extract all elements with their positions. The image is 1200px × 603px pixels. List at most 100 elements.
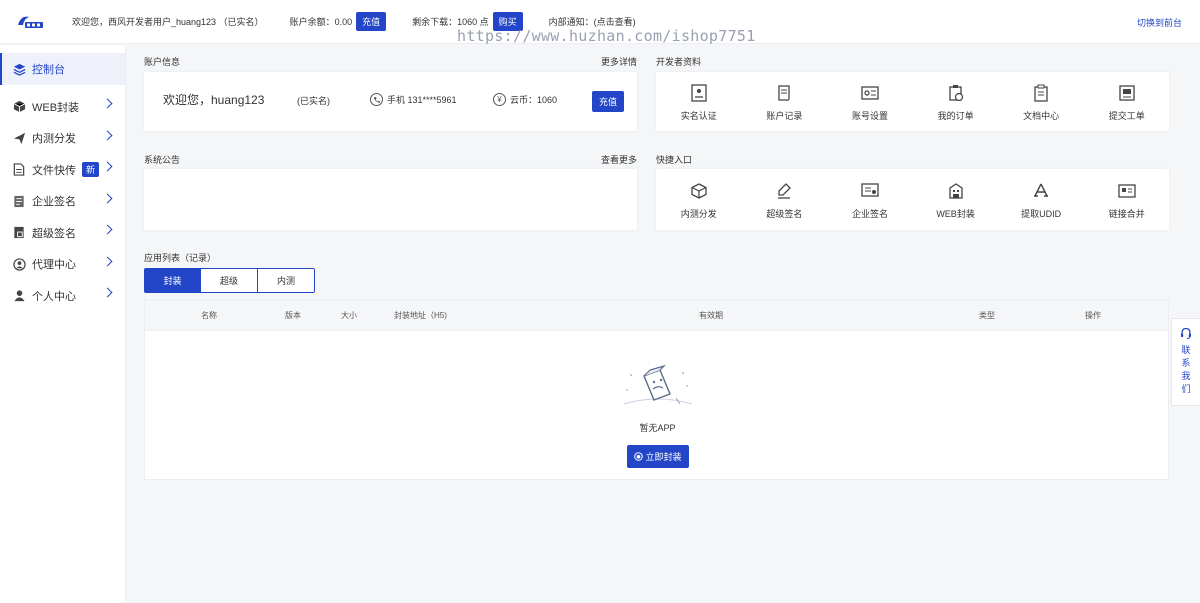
sidebar-item-beta-distribution[interactable]: 内测分发: [0, 123, 125, 155]
col-actions: 操作: [1085, 311, 1101, 320]
contact-char: 我: [1181, 371, 1191, 381]
balance-info: 账户余额：0.00 充值: [290, 12, 387, 31]
account-more-link[interactable]: 更多详情: [601, 55, 637, 68]
chevron-right-icon: [102, 224, 113, 235]
quick-item-udid[interactable]: 提取UDID: [998, 181, 1084, 220]
col-validity: 有效期: [699, 311, 723, 320]
tab-super[interactable]: 超级: [201, 268, 258, 293]
new-badge: 新: [82, 162, 100, 178]
logo[interactable]: [14, 11, 46, 33]
sidebar-item-label: 控制台: [32, 64, 65, 76]
developer-grid: 实名认证 账户记录 账号设置 我的订单 文档中心 提交工单: [656, 83, 1170, 122]
layers-icon: [12, 62, 26, 76]
dev-item-account-settings[interactable]: 账号设置: [827, 83, 913, 122]
watermark-text: https://www.huzhan.com/ishop7751: [457, 27, 756, 45]
col-url: 封装地址（H5): [394, 311, 447, 320]
sidebar-item-super-sign[interactable]: 超级签名: [0, 217, 125, 249]
headset-icon: [1180, 327, 1192, 341]
clipboard-icon: [1031, 83, 1051, 103]
col-version: 版本: [285, 311, 301, 320]
building-icon: [946, 181, 966, 201]
coins-text: 云币：1060: [510, 95, 558, 105]
quick-card: 内测分发 超级签名 企业签名 WEB封装 提取UDID 链接合并: [656, 169, 1169, 230]
settings-card-icon: [860, 83, 880, 103]
contact-us-float[interactable]: 联 系 我 们: [1171, 318, 1200, 406]
id-card-icon: [689, 83, 709, 103]
document-icon: [12, 194, 26, 208]
dev-item-label: 文档中心: [1023, 111, 1060, 121]
notice-card: [144, 169, 637, 230]
phone-icon: [370, 93, 383, 106]
sidebar-item-personal-center[interactable]: 个人中心: [0, 280, 125, 312]
quick-item-label: 超级签名: [766, 209, 803, 219]
empty-box-illustration: [620, 364, 696, 413]
tab-beta[interactable]: 内测: [258, 268, 315, 293]
chevron-right-icon: [102, 193, 113, 203]
quick-item-label: 链接合并: [1108, 209, 1145, 219]
paper-plane-icon: [12, 131, 26, 145]
dev-item-account-records[interactable]: 账户记录: [742, 83, 828, 122]
quick-section-title: 快捷入口: [656, 155, 693, 165]
quick-item-beta[interactable]: 内测分发: [656, 181, 742, 220]
sidebar: 控制台 WEB封装 内测分发 文件快传 新 企业签名 超级签名 代理中心 个人中…: [0, 45, 126, 603]
dev-item-my-orders[interactable]: 我的订单: [913, 83, 999, 122]
dev-item-docs[interactable]: 文档中心: [998, 83, 1084, 122]
chevron-right-icon: [102, 161, 113, 172]
sidebar-item-dashboard[interactable]: 控制台: [0, 53, 125, 85]
quick-item-web-wrap[interactable]: WEB封装: [913, 181, 999, 220]
coins-info: ¥ 云币：1060: [493, 93, 557, 106]
account-recharge-button[interactable]: 充值: [592, 91, 625, 112]
chevron-right-icon: [102, 130, 113, 140]
sidebar-item-label: 个人中心: [32, 290, 76, 303]
box-icon: [689, 181, 709, 201]
sidebar-item-enterprise-sign[interactable]: 企业签名: [0, 186, 125, 218]
clipboard-clock-icon: [946, 83, 966, 103]
verified-label: (已实名): [297, 96, 330, 106]
notice-section-title: 系统公告: [144, 155, 181, 165]
col-size: 大小: [341, 311, 357, 320]
sidebar-item-file-transfer[interactable]: 文件快传 新: [0, 154, 125, 186]
create-wrap-label: 立即封装: [645, 452, 682, 462]
col-type: 类型: [979, 311, 995, 320]
app-list-tabs: 封装 超级 内测: [144, 268, 315, 293]
contact-char: 们: [1181, 384, 1191, 394]
balance-label: 账户余额：0.00: [289, 17, 353, 27]
switch-frontend-link[interactable]: 切换到前台: [1137, 16, 1182, 29]
developer-section-title: 开发者资料: [656, 57, 702, 67]
ticket-icon: [1117, 83, 1137, 103]
sidebar-item-label: WEB封装: [32, 101, 80, 114]
dev-item-label: 实名认证: [680, 111, 717, 121]
user-icon: [12, 289, 26, 303]
scroll-icon: [774, 83, 794, 103]
file-icon: [12, 163, 26, 177]
quick-item-label: 企业签名: [851, 209, 888, 219]
quick-item-enterprise-sign[interactable]: 企业签名: [827, 181, 913, 220]
table-header: 名称 版本 大小 封装地址（H5) 有效期 类型 操作: [145, 300, 1168, 331]
sidebar-item-agent-center[interactable]: 代理中心: [0, 249, 125, 281]
quick-grid: 内测分发 超级签名 企业签名 WEB封装 提取UDID 链接合并: [656, 181, 1170, 220]
cube-icon: [12, 100, 26, 114]
quick-item-link-merge[interactable]: 链接合并: [1084, 181, 1170, 220]
sidebar-item-label: 企业签名: [32, 196, 76, 209]
doc-stamp-icon: [12, 226, 26, 240]
contact-label: 联 系 我 们: [1181, 344, 1191, 396]
sidebar-item-label: 代理中心: [32, 259, 76, 272]
dev-item-verification[interactable]: 实名认证: [656, 83, 742, 122]
sidebar-item-web-wrap[interactable]: WEB封装: [0, 91, 125, 123]
col-name: 名称: [201, 311, 217, 320]
create-wrap-button[interactable]: 立即封装: [627, 445, 689, 468]
phone-info: 手机 131****5961: [370, 93, 457, 106]
tab-wrap[interactable]: 封装: [144, 268, 201, 293]
quick-item-super-sign[interactable]: 超级签名: [742, 181, 828, 220]
dev-item-label: 账户记录: [766, 111, 803, 121]
chevron-right-icon: [102, 98, 113, 109]
contact-char: 系: [1181, 358, 1191, 368]
box-icon: [634, 452, 644, 461]
dev-item-label: 提交工单: [1108, 111, 1145, 121]
chevron-right-icon: [102, 256, 113, 266]
notice-more-link[interactable]: 查看更多: [601, 153, 637, 166]
recharge-button[interactable]: 充值: [356, 12, 387, 31]
app-store-icon: [1031, 181, 1051, 201]
dev-item-submit-ticket[interactable]: 提交工单: [1084, 83, 1170, 122]
empty-message: 暂无APP: [639, 423, 676, 433]
